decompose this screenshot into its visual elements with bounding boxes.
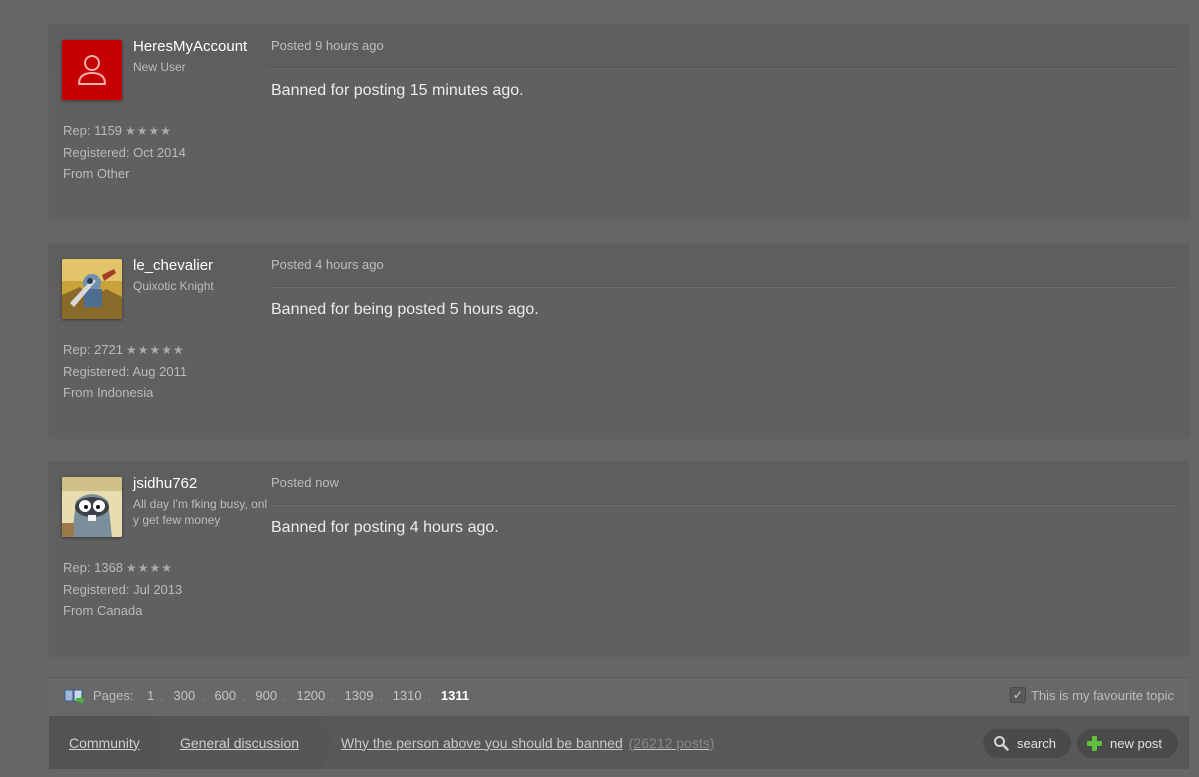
user-title: Quixotic Knight bbox=[133, 279, 214, 293]
search-label: search bbox=[1017, 735, 1057, 751]
page-link[interactable]: 1309 bbox=[345, 688, 374, 703]
location: From Indonesia bbox=[63, 385, 154, 400]
username[interactable]: HeresMyAccount bbox=[133, 38, 247, 55]
registered: Registered: Jul 2013 bbox=[63, 582, 183, 597]
plus-icon bbox=[1087, 735, 1102, 751]
user-stats: Rep: 1368 ★★★★ Registered: Jul 2013 From … bbox=[63, 557, 182, 621]
new-post-button[interactable]: new post bbox=[1077, 728, 1178, 758]
divider bbox=[271, 504, 1173, 506]
post-time: Posted now bbox=[271, 475, 339, 490]
breadcrumb-topic-wrap: Why the person above you should be banne… bbox=[341, 716, 714, 769]
avatar[interactable] bbox=[62, 259, 122, 319]
page-link[interactable]: 1 bbox=[147, 688, 154, 703]
registered: Registered: Aug 2011 bbox=[63, 364, 188, 379]
breadcrumb-separator bbox=[321, 716, 333, 769]
avatar[interactable] bbox=[62, 40, 122, 100]
breadcrumb-community[interactable]: Community bbox=[49, 716, 159, 769]
search-icon bbox=[993, 735, 1009, 751]
rep-stars-icon: ★★★★ bbox=[125, 124, 173, 138]
pagination-bar: Pages: 1. 300. 600. 900. 1200. 1309. 131… bbox=[49, 677, 1189, 716]
new-post-label: new post bbox=[1110, 735, 1163, 751]
user-title: New User bbox=[133, 60, 186, 74]
user-stats: Rep: 1159 ★★★★ Registered: Oct 2014 From … bbox=[63, 120, 186, 184]
post: jsidhu762 All day I'm fking busy, only g… bbox=[49, 462, 1189, 656]
post-body: Banned for posting 15 minutes ago. bbox=[271, 82, 524, 99]
breadcrumb-topic[interactable]: Why the person above you should be banne… bbox=[341, 735, 623, 751]
post-count: (26212 posts) bbox=[628, 734, 715, 751]
current-page: 1311 bbox=[440, 688, 470, 703]
breadcrumb: Community General discussion Why the per… bbox=[49, 716, 1189, 769]
favourite-label: This is my favourite topic bbox=[1030, 687, 1174, 703]
registered: Registered: Oct 2014 bbox=[63, 145, 186, 160]
post-body: Banned for being posted 5 hours ago. bbox=[271, 301, 539, 318]
knight-avatar-icon bbox=[62, 259, 122, 319]
search-button[interactable]: search bbox=[983, 728, 1071, 758]
rep-stars-icon: ★★★★ bbox=[126, 561, 174, 575]
book-icon bbox=[64, 689, 84, 705]
rep: Rep: 1368 bbox=[63, 560, 123, 575]
divider bbox=[271, 286, 1173, 288]
divider bbox=[271, 67, 1173, 69]
post-time: Posted 9 hours ago bbox=[271, 38, 384, 53]
username[interactable]: jsidhu762 bbox=[133, 475, 197, 492]
page-link[interactable]: 1310 bbox=[393, 688, 422, 703]
rep: Rep: 1159 bbox=[63, 123, 123, 138]
username[interactable]: le_chevalier bbox=[133, 257, 213, 274]
rep-stars-icon: ★★★★★ bbox=[126, 343, 185, 357]
page-link[interactable]: 1200 bbox=[296, 688, 325, 703]
favourite-toggle[interactable]: ✓ This is my favourite topic bbox=[1009, 687, 1174, 703]
cartoon-raccoon-avatar-icon bbox=[62, 477, 122, 537]
location: From Canada bbox=[63, 603, 143, 618]
user-stats: Rep: 2721 ★★★★★ Registered: Aug 2011 From… bbox=[63, 339, 187, 403]
checkbox-checked-icon[interactable]: ✓ bbox=[1009, 687, 1026, 703]
post-time: Posted 4 hours ago bbox=[271, 257, 384, 272]
post: HeresMyAccount New User Rep: 1159 ★★★★ Re… bbox=[49, 25, 1189, 219]
rep: Rep: 2721 bbox=[63, 342, 123, 357]
page-link[interactable]: 600 bbox=[214, 688, 236, 703]
post: le_chevalier Quixotic Knight Rep: 2721 ★★… bbox=[49, 244, 1189, 438]
pages-label: Pages: bbox=[93, 688, 134, 703]
avatar[interactable] bbox=[62, 477, 122, 537]
page-links: 1. 300. 600. 900. 1200. 1309. 1310. 1311 bbox=[147, 688, 470, 703]
page-link[interactable]: 900 bbox=[255, 688, 277, 703]
default-user-icon bbox=[62, 40, 122, 100]
breadcrumb-forum[interactable]: General discussion bbox=[159, 716, 321, 769]
location: From Other bbox=[63, 166, 130, 181]
post-body: Banned for posting 4 hours ago. bbox=[271, 519, 499, 536]
page-link[interactable]: 300 bbox=[173, 688, 195, 703]
user-title: All day I'm fking busy, only get few mon… bbox=[133, 497, 268, 527]
